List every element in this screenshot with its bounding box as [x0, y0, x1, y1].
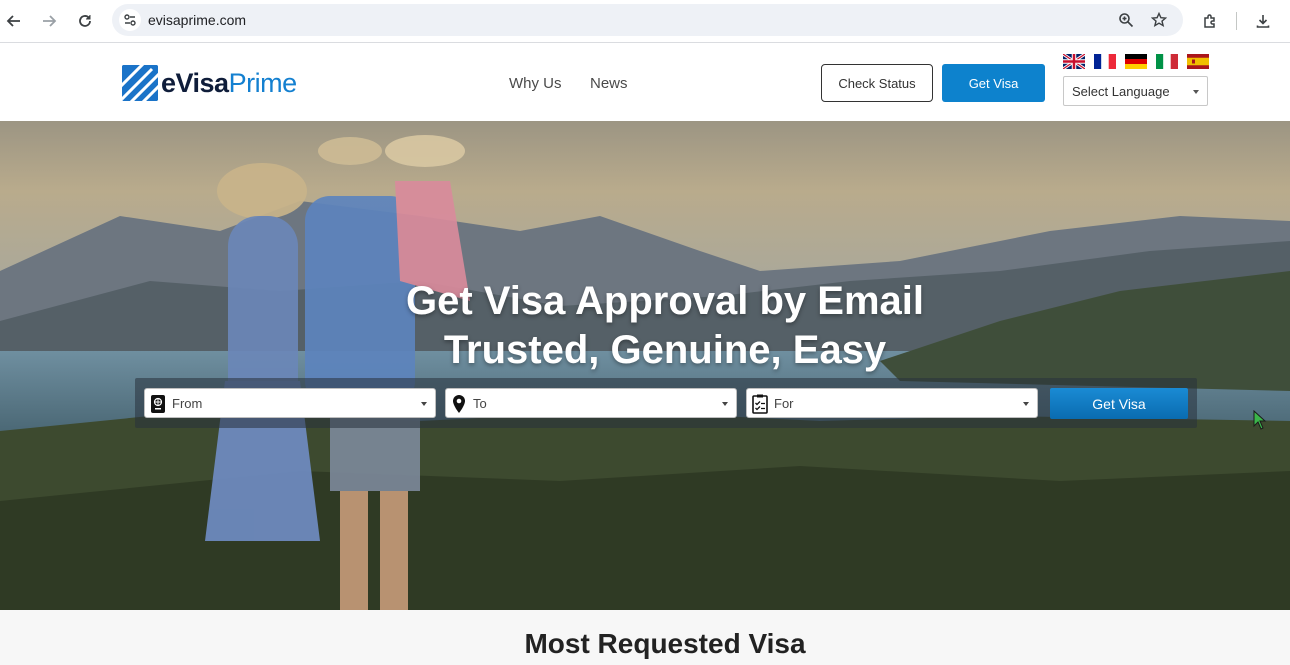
- uk-flag[interactable]: [1063, 54, 1085, 69]
- france-flag[interactable]: [1094, 54, 1116, 69]
- to-select[interactable]: To: [445, 388, 737, 418]
- mouse-cursor-icon: [1253, 409, 1267, 435]
- chevron-down-icon: [1023, 402, 1029, 406]
- hero-title-line-2: Trusted, Genuine, Easy: [443, 328, 887, 372]
- toolbar-divider: [1236, 12, 1237, 30]
- to-label: To: [473, 396, 487, 411]
- checklist-icon: [751, 394, 769, 414]
- for-label: For: [774, 396, 794, 411]
- passport-icon: [149, 394, 167, 414]
- browser-toolbar: evisaprime.com: [0, 0, 1290, 43]
- back-icon[interactable]: [2, 9, 26, 33]
- download-icon[interactable]: [1251, 9, 1275, 33]
- chevron-down-icon: [1193, 90, 1199, 94]
- nav-why-us[interactable]: Why Us: [509, 75, 562, 92]
- logo-mark-icon: [122, 65, 158, 101]
- hero-title-line-1: Get Visa Approval by Email: [406, 279, 924, 323]
- reload-icon[interactable]: [73, 9, 97, 33]
- italy-flag[interactable]: [1156, 54, 1178, 69]
- header-get-visa-button[interactable]: Get Visa: [942, 64, 1045, 102]
- visa-search-bar: From To For Get Visa: [135, 378, 1197, 428]
- logo-brand-part-2: Prime: [228, 67, 298, 98]
- most-requested-section: Most Requested Visa: [0, 610, 1290, 665]
- from-select[interactable]: From: [144, 388, 436, 418]
- chevron-down-icon: [421, 402, 427, 406]
- for-select[interactable]: For: [746, 388, 1038, 418]
- from-label: From: [172, 396, 203, 411]
- language-select-value: Select Language: [1072, 84, 1170, 99]
- bookmark-star-icon[interactable]: [1150, 11, 1168, 29]
- language-select[interactable]: Select Language: [1063, 76, 1208, 106]
- site-header: eVisaPrime Why Us News Check Status Get …: [0, 44, 1290, 121]
- hero-banner: Get Visa Approval by Email Trusted, Genu…: [0, 121, 1290, 610]
- evisaprime-logo[interactable]: eVisaPrime: [122, 64, 297, 102]
- germany-flag[interactable]: [1125, 54, 1147, 69]
- forward-icon[interactable]: [37, 9, 61, 33]
- zoom-icon[interactable]: [1117, 11, 1135, 29]
- address-bar[interactable]: evisaprime.com: [112, 4, 1183, 36]
- map-pin-icon: [450, 394, 468, 414]
- chevron-down-icon: [722, 402, 728, 406]
- section-title: Most Requested Visa: [524, 628, 806, 659]
- check-status-button[interactable]: Check Status: [821, 64, 933, 102]
- logo-text: eVisaPrime: [161, 68, 297, 99]
- spain-flag[interactable]: [1187, 54, 1209, 69]
- site-info-icon[interactable]: [119, 9, 141, 31]
- extensions-icon[interactable]: [1198, 9, 1222, 33]
- nav-news[interactable]: News: [590, 75, 628, 92]
- search-get-visa-button[interactable]: Get Visa: [1050, 388, 1188, 419]
- logo-brand-part-1: eVisa: [161, 67, 229, 98]
- url-text[interactable]: evisaprime.com: [148, 12, 246, 28]
- language-flags: [1063, 54, 1209, 69]
